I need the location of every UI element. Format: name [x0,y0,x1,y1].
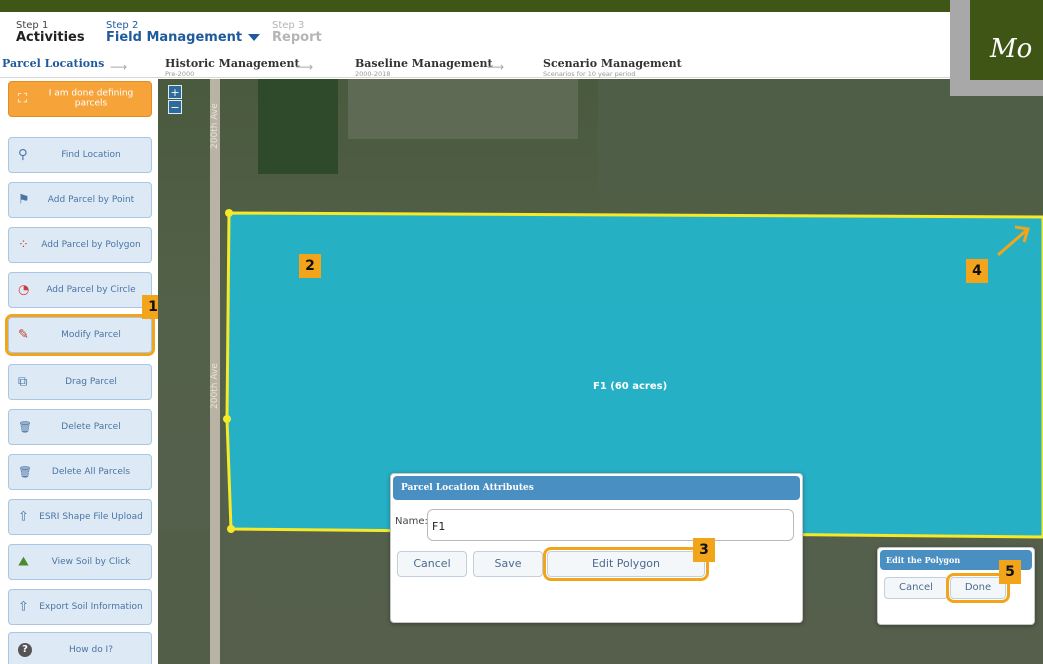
tab-sublabel: Pre-2000 [165,70,195,78]
title-text: Mo [990,34,1033,64]
pencil-icon: ✎ [18,327,29,343]
tool-sidebar: ⛶ I am done defining parcels ⚲ Find Loca… [0,79,164,664]
step-report[interactable]: Step 3 Report [272,20,322,45]
add-parcel-by-polygon-button[interactable]: ⁘ Add Parcel by Polygon [8,227,152,263]
parcel-label: F1 (60 acres) [593,381,668,392]
esri-shape-file-upload-button[interactable]: ⇧ ESRI Shape File Upload [8,499,152,535]
delete-parcel-button[interactable]: 🗑 Delete Parcel [8,409,152,445]
modify-parcel-button[interactable]: ✎ Modify Parcel [5,314,155,356]
tool-label: Add Parcel by Point [47,194,135,205]
edit-polygon-button[interactable]: Edit Polygon [543,547,709,581]
app-frame: Step 1 Activities Step 2 Field Managemen… [0,12,1043,664]
vertex-handle[interactable] [223,415,231,423]
tool-label: Find Location [61,149,121,160]
add-parcel-by-circle-button[interactable]: ◔ Add Parcel by Circle [8,272,152,308]
tool-label: Export Soil Information [39,601,143,612]
step-label: Activities [16,30,85,45]
tool-label: Delete All Parcels [51,466,131,477]
tab-sublabel: Scenarios for 10 year period [543,70,636,78]
tab-scenario-management[interactable]: Scenario Management Scenarios for 10 yea… [543,58,682,78]
cancel-button[interactable]: Cancel [884,577,948,599]
tab-historic-management[interactable]: Historic Management Pre-2000 [165,58,300,78]
view-soil-by-click-button[interactable]: ⛰ View Soil by Click [8,544,152,580]
tab-label: Parcel Locations [2,57,105,70]
arrow-right-icon: ⟶ [110,60,128,74]
parcel-done-icon: ⛶ [18,91,28,107]
tool-label: Add Parcel by Circle [46,284,136,295]
arrow-right-icon: ⟶ [487,60,505,74]
step-badge-4: 4 [966,259,988,283]
drag-icon: ⧉ [18,374,28,390]
step-badge-2: 2 [299,254,321,278]
binoculars-icon: ⚲ [18,147,28,163]
dialog-title: Parcel Location Attributes [393,476,800,500]
step-header: Step 1 Activities Step 2 Field Managemen… [0,12,1043,56]
tool-label: I am done defining parcels [48,88,134,109]
drag-parcel-button[interactable]: ⧉ Drag Parcel [8,364,152,400]
chevron-down-icon[interactable] [248,34,261,41]
upload-icon: ⇧ [18,509,29,525]
tab-sublabel: 2000-2018 [355,70,391,78]
step-badge-5: 5 [999,560,1021,584]
edit-polygon-dialog: Edit the Polygon Cancel Done 5 [877,547,1035,625]
step-activities[interactable]: Step 1 Activities [16,20,85,45]
tab-label: Historic Management [165,57,300,70]
soil-icon: ⛰ [18,554,29,570]
help-icon: ? [18,643,32,657]
tool-label: How do I? [68,644,113,655]
done-button[interactable]: Done [946,573,1010,603]
arrow-right-icon: ⟶ [296,60,314,74]
title-box: Mo [950,0,1043,96]
tool-label: Add Parcel by Polygon [41,239,141,250]
trash-all-icon: 🗑 [18,465,32,479]
flag-icon: ⚑ [18,192,30,208]
tab-label: Baseline Management [355,57,493,70]
export-soil-information-button[interactable]: ⇧ Export Soil Information [8,589,152,625]
how-do-i-button[interactable]: ? How do I? [8,632,152,664]
tab-label: Scenario Management [543,57,682,70]
trash-icon: 🗑 [18,420,32,434]
tool-label: ESRI Shape File Upload [39,511,143,522]
vertex-handle[interactable] [227,525,235,533]
vertex-handle[interactable] [225,209,233,217]
step-label: Report [272,30,322,45]
delete-all-parcels-button[interactable]: 🗑 Delete All Parcels [8,454,152,490]
subtab-bar: Parcel Locations ⟶ Historic Management P… [0,56,1043,78]
step-badge-3: 3 [693,538,715,562]
title-box-inner: Mo [970,0,1043,80]
export-icon: ⇧ [18,599,29,615]
circle-icon: ◔ [18,282,30,298]
step-label: Field Management [106,30,243,45]
parcel-attributes-dialog: Parcel Location Attributes Name: F1 Canc… [390,473,803,623]
polygon-icon: ⁘ [18,237,29,253]
save-button[interactable]: Save [473,551,543,577]
step-label-row: Field Management [106,30,261,45]
name-input[interactable]: F1 [427,509,794,541]
tool-label: Modify Parcel [61,329,121,340]
cancel-button[interactable]: Cancel [397,551,467,577]
tab-baseline-management[interactable]: Baseline Management 2000-2018 [355,58,493,78]
name-label: Name: [395,516,428,527]
tool-label: Delete Parcel [61,421,121,432]
step-field-management[interactable]: Step 2 Field Management [106,20,261,45]
done-defining-parcels-button[interactable]: ⛶ I am done defining parcels [8,81,152,117]
add-parcel-by-point-button[interactable]: ⚑ Add Parcel by Point [8,182,152,218]
find-location-button[interactable]: ⚲ Find Location [8,137,152,173]
tab-parcel-locations[interactable]: Parcel Locations [2,58,104,69]
tool-label: Drag Parcel [65,376,117,387]
tool-label: View Soil by Click [51,556,131,567]
